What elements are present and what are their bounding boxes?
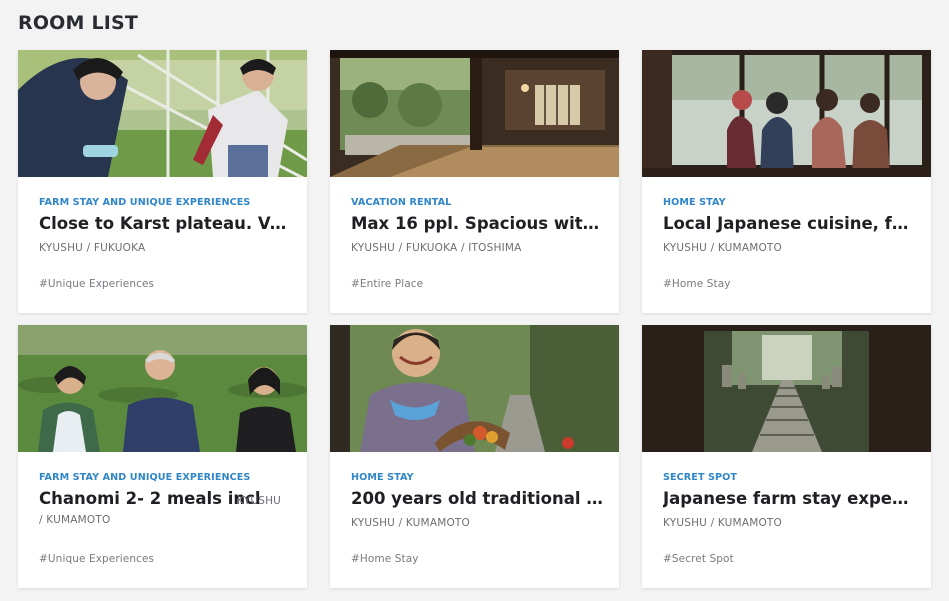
- room-category: FARM STAY AND UNIQUE EXPERIENCES: [39, 472, 251, 483]
- room-title[interactable]: Local Japanese cuisine, foo…: [663, 212, 915, 236]
- room-category: FARM STAY AND UNIQUE EXPERIENCES: [39, 197, 251, 208]
- room-card[interactable]: HOME STAY 200 years old traditional ho… …: [330, 325, 619, 588]
- room-photo[interactable]: [330, 50, 619, 177]
- room-list-page: ROOM LIST FARM STAY AND UNIQUE EXPERIENC…: [0, 0, 949, 601]
- room-tag[interactable]: #Unique Experiences: [39, 553, 154, 565]
- room-category: SECRET SPOT: [663, 472, 738, 483]
- room-card[interactable]: HOME STAY Local Japanese cuisine, foo… K…: [642, 50, 931, 313]
- room-location: KYUSHU / KUMAMOTO: [663, 242, 783, 254]
- room-card[interactable]: VACATION RENTAL Max 16 ppl. Spacious wit…: [330, 50, 619, 313]
- room-category: HOME STAY: [351, 472, 414, 483]
- room-location: KYUSHU / FUKUOKA / ITOSHIMA: [351, 242, 522, 254]
- room-title[interactable]: Chanomi 2- 2 meals incl: [39, 489, 261, 508]
- room-photo[interactable]: [642, 50, 931, 177]
- room-location-continued: / KUMAMOTO: [39, 514, 111, 526]
- room-photo[interactable]: [18, 325, 307, 452]
- room-location: KYUSHU / KUMAMOTO: [351, 517, 471, 529]
- room-title[interactable]: 200 years old traditional ho…: [351, 487, 603, 511]
- room-photo[interactable]: [18, 50, 307, 177]
- room-tag[interactable]: #Unique Experiences: [39, 278, 154, 290]
- room-category: HOME STAY: [663, 197, 726, 208]
- room-photo[interactable]: [330, 325, 619, 452]
- room-tag[interactable]: #Home Stay: [663, 278, 731, 290]
- room-location: KYUSHU: [237, 495, 282, 507]
- room-title[interactable]: Close to Karst plateau. Vari…: [39, 212, 291, 236]
- room-location: KYUSHU / KUMAMOTO: [663, 517, 783, 529]
- room-card[interactable]: FARM STAY AND UNIQUE EXPERIENCES Close t…: [18, 50, 307, 313]
- section-title: ROOM LIST: [18, 12, 139, 34]
- room-title-row: Chanomi 2- 2 meals incl KYUSHU: [39, 487, 291, 511]
- room-tag[interactable]: #Entire Place: [351, 278, 423, 290]
- room-category: VACATION RENTAL: [351, 197, 452, 208]
- room-tag[interactable]: #Secret Spot: [663, 553, 734, 565]
- room-title[interactable]: Japanese farm stay experie…: [663, 487, 915, 511]
- room-location: KYUSHU / FUKUOKA: [39, 242, 146, 254]
- room-title[interactable]: Max 16 ppl. Spacious with t…: [351, 212, 603, 236]
- room-card[interactable]: FARM STAY AND UNIQUE EXPERIENCES Chanomi…: [18, 325, 307, 588]
- room-photo[interactable]: [642, 325, 931, 452]
- room-card[interactable]: SECRET SPOT Japanese farm stay experie… …: [642, 325, 931, 588]
- room-tag[interactable]: #Home Stay: [351, 553, 419, 565]
